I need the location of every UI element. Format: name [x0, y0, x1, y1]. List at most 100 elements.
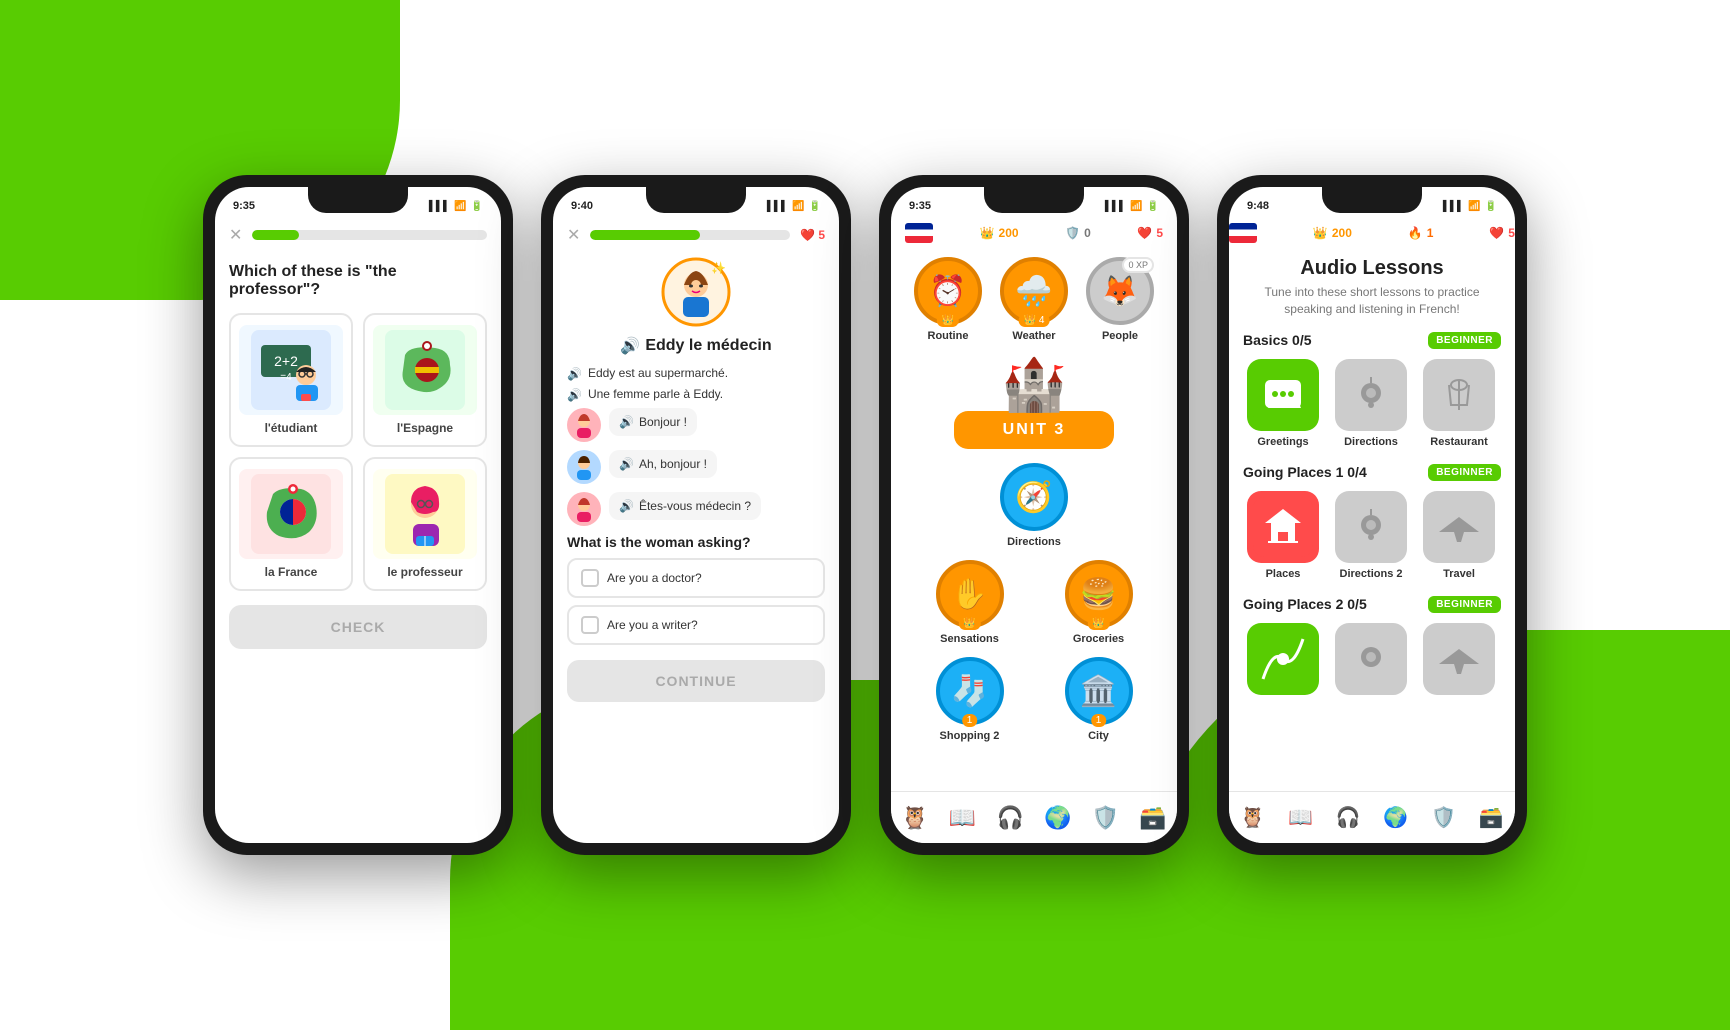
nav-headphone-4[interactable]: 🎧	[1336, 805, 1361, 830]
nav-cards-3[interactable]: 🗃️	[1139, 805, 1166, 831]
lesson-gp2-2[interactable]	[1331, 623, 1411, 700]
phone-story-screen: 9:40 ▌▌▌ 📶 🔋 ✕ ❤️ 5	[553, 187, 839, 843]
battery-icon: 🔋	[471, 201, 483, 212]
hearts-value-3: 5	[1156, 226, 1163, 240]
unit-circle-groceries: 🍔 👑	[1065, 560, 1133, 628]
audio-icon-d2[interactable]: 🔊	[619, 457, 634, 471]
crown-groceries: 👑	[1087, 617, 1109, 630]
checkbox-2[interactable]	[581, 616, 599, 634]
quiz-card-1[interactable]: 2+2 =4	[229, 313, 353, 447]
dialogue-3: 🔊 Êtes-vous médecin ?	[567, 492, 825, 526]
nav-headphone-3[interactable]: 🎧	[996, 805, 1023, 831]
unit-circle-weather: 🌧️ 👑 4	[1000, 257, 1068, 325]
xp-value: 200	[999, 226, 1019, 240]
close-button-1[interactable]: ✕	[229, 225, 242, 245]
quiz-header: ✕	[229, 217, 487, 253]
unit-item-routine[interactable]: ⏰ 👑 Routine	[908, 257, 988, 342]
story-character-name: Eddy le médecin	[645, 337, 771, 355]
heart-icon-4: ❤️	[1489, 226, 1504, 240]
heart-icon-2: ❤️	[800, 228, 815, 242]
audio-icon-2[interactable]: 🔊	[567, 388, 582, 402]
restaurant-img	[1423, 359, 1495, 431]
option-text-2: Are you a writer?	[607, 618, 698, 632]
nav-globe-4[interactable]: 🌍	[1383, 805, 1408, 830]
notch-3	[984, 187, 1084, 213]
audio-icon-1[interactable]: 🔊	[567, 367, 582, 381]
unit-label-city: City	[1088, 730, 1109, 742]
nav-cards-4[interactable]: 🗃️	[1479, 805, 1504, 830]
checkbox-1[interactable]	[581, 569, 599, 587]
hearts-count-2: 5	[818, 228, 825, 242]
audio-page-subtitle: Tune into these short lessons to practic…	[1243, 284, 1501, 318]
signal-icon: ▌▌▌	[429, 201, 450, 212]
lesson-gp2-1[interactable]	[1243, 623, 1323, 700]
shield-value: 0	[1084, 226, 1091, 240]
directions2-label: Directions 2	[1340, 568, 1403, 580]
lesson-restaurant[interactable]: Restaurant	[1419, 359, 1499, 448]
time-4: 9:48	[1247, 200, 1269, 212]
card-label-4: le professeur	[373, 565, 477, 579]
option-1[interactable]: Are you a doctor?	[567, 558, 825, 598]
lesson-greetings[interactable]: Greetings	[1243, 359, 1323, 448]
unit-item-shopping2[interactable]: 🧦 1 Shopping 2	[930, 657, 1010, 742]
phone-story: 9:40 ▌▌▌ 📶 🔋 ✕ ❤️ 5	[541, 175, 851, 855]
dialogue-text-1: Bonjour !	[639, 415, 687, 429]
unit-circle-shopping2: 🧦 1	[936, 657, 1004, 725]
avatar-2	[567, 450, 601, 484]
battery-icon-4: 🔋	[1485, 201, 1497, 212]
units-header: 👑 200 🛡️ 0 ❤️ 5	[891, 217, 1177, 249]
close-button-2[interactable]: ✕	[567, 225, 580, 245]
wifi-icon-4: 📶	[1468, 201, 1480, 212]
castle-icon: 🏰	[905, 354, 1163, 415]
unit-circle-city: 🏛️ 1	[1065, 657, 1133, 725]
fire-value: 1	[1427, 226, 1434, 240]
fire-display: 🔥 1	[1408, 226, 1434, 240]
nav-shield-4[interactable]: 🛡️	[1431, 805, 1456, 830]
quiz-card-2[interactable]: l'Espagne	[363, 313, 487, 447]
unit-item-people[interactable]: 🦊 0 XP People	[1080, 257, 1160, 342]
option-2[interactable]: Are you a writer?	[567, 605, 825, 645]
unit-item-weather[interactable]: 🌧️ 👑 4 Weather	[994, 257, 1074, 342]
story-header: ✕ ❤️ 5	[567, 217, 825, 253]
french-flag-4	[1229, 223, 1257, 243]
nav-home-4[interactable]: 🦉	[1240, 805, 1265, 830]
lesson-travel[interactable]: Travel	[1419, 491, 1499, 580]
check-button[interactable]: CHECK	[229, 605, 487, 649]
audio-icon-d3[interactable]: 🔊	[619, 499, 634, 513]
unit-item-directions[interactable]: 🧭 Directions	[994, 463, 1074, 548]
unit-row-3: ✋ 👑 Sensations 🍔 👑 Groceries	[905, 560, 1163, 645]
beginner-badge-basics: BEGINNER	[1428, 332, 1501, 349]
notch-2	[646, 187, 746, 213]
quiz-card-4[interactable]: le professeur	[363, 457, 487, 591]
quiz-cards-grid: 2+2 =4	[229, 313, 487, 591]
lesson-gp2-3[interactable]	[1419, 623, 1499, 700]
unit-item-groceries[interactable]: 🍔 👑 Groceries	[1059, 560, 1139, 645]
quiz-card-3[interactable]: la France	[229, 457, 353, 591]
time-3: 9:35	[909, 200, 931, 212]
gp2-1-img	[1247, 623, 1319, 695]
nav-shield-3[interactable]: 🛡️	[1092, 805, 1119, 831]
unit-label-people: People	[1102, 330, 1138, 342]
story-text-2: Une femme parle à Eddy.	[588, 387, 723, 401]
audio-icon-title[interactable]: 🔊	[620, 336, 640, 356]
beginner-badge-gp2: BEGINNER	[1428, 596, 1501, 613]
lesson-directions-2[interactable]: Directions 2	[1331, 491, 1411, 580]
lesson-directions-1[interactable]: Directions	[1331, 359, 1411, 448]
directions1-img	[1335, 359, 1407, 431]
wifi-icon-2: 📶	[792, 201, 804, 212]
nav-globe-3[interactable]: 🌍	[1044, 805, 1071, 831]
unit-item-sensations[interactable]: ✋ 👑 Sensations	[930, 560, 1010, 645]
unit-item-city[interactable]: 🏛️ 1 City	[1059, 657, 1139, 742]
nav-book-3[interactable]: 📖	[949, 805, 976, 831]
continue-button[interactable]: CONTINUE	[567, 660, 825, 702]
unit-label-routine: Routine	[928, 330, 969, 342]
card-label-3: la France	[239, 565, 343, 579]
audio-icon-d1[interactable]: 🔊	[619, 415, 634, 429]
shield-display: 🛡️ 0	[1065, 226, 1091, 240]
nav-book-4[interactable]: 📖	[1288, 805, 1313, 830]
lesson-places[interactable]: Places	[1243, 491, 1323, 580]
phone-audio-screen: 9:48 ▌▌▌ 📶 🔋 👑 200 🔥 1	[1229, 187, 1515, 843]
nav-home-3[interactable]: 🦉	[901, 805, 928, 831]
card-label-2: l'Espagne	[373, 421, 477, 435]
units-scroll[interactable]: ⏰ 👑 Routine 🌧️ 👑 4 Weather	[891, 249, 1177, 805]
